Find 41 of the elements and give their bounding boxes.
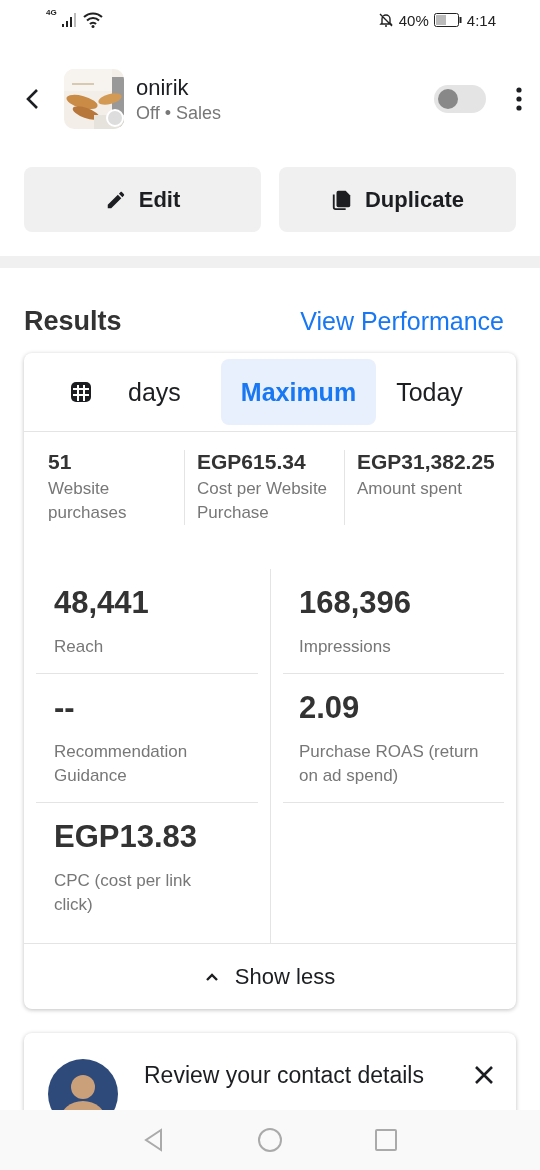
campaign-name: onirik: [136, 74, 190, 101]
date-tab[interactable]: Today: [376, 359, 473, 425]
metric-label: Purchase ROAS (return on ad spend): [299, 741, 480, 787]
summary-value: EGP31,382.25: [357, 450, 496, 474]
campaign-status: Off • Sales: [136, 102, 222, 124]
metric-value: --: [54, 689, 76, 727]
network-type: 4G: [46, 8, 57, 17]
date-tab[interactable]: Maximum: [220, 359, 377, 425]
close-icon[interactable]: [474, 1065, 494, 1085]
metric-value: 48,441: [54, 584, 150, 622]
clock-time: 4:14: [466, 11, 496, 29]
battery-icon: [433, 13, 462, 27]
summary-value: EGP615.34: [197, 450, 307, 474]
date-tab[interactable]: days: [70, 359, 201, 425]
edit-button[interactable]: Edit: [24, 167, 261, 232]
summary-label: Cost per Website Purchase: [197, 478, 329, 524]
toggle-switch[interactable]: [434, 85, 486, 113]
metric-label: CPC (cost per link click): [54, 870, 192, 916]
calendar-icon: [70, 381, 92, 403]
metric-value: EGP13.83: [54, 818, 199, 856]
metric-label: Recommendation Guidance: [54, 741, 189, 787]
duplicate-button[interactable]: Duplicate: [279, 167, 516, 232]
battery-percent: 40%: [398, 11, 429, 29]
home-icon[interactable]: [257, 1127, 283, 1153]
show-less-button[interactable]: Show less: [24, 943, 516, 1009]
recents-icon[interactable]: [373, 1127, 399, 1153]
summary-label: Website purchases: [48, 478, 128, 524]
summary-label: Amount spent: [357, 478, 463, 500]
summary-value: 51: [48, 450, 73, 474]
notice-text: Review your contact details: [144, 1061, 425, 1090]
section-title: Results: [24, 306, 122, 337]
view-performance-link[interactable]: View Performance: [300, 307, 504, 336]
wifi-icon: [82, 12, 103, 28]
signal-icon: [61, 13, 78, 27]
muted-bell-icon: [377, 12, 394, 28]
copy-icon: [331, 188, 353, 211]
metric-value: 168,396: [299, 584, 413, 622]
metric-value: 2.09: [299, 689, 361, 727]
metric-label: Impressions: [299, 636, 392, 658]
metric-label: Reach: [54, 636, 105, 658]
more-icon[interactable]: [516, 87, 522, 111]
